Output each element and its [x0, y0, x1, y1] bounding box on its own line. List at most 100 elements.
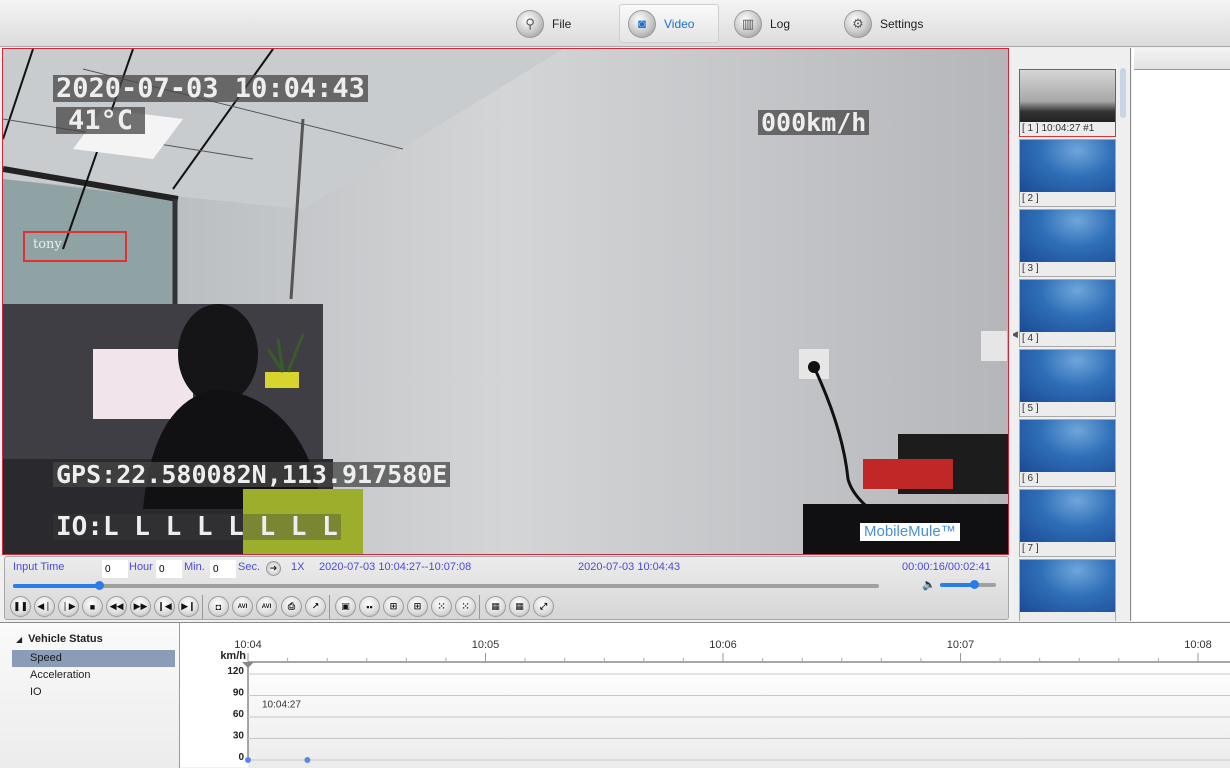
volume-handle[interactable] [969, 580, 979, 589]
min-label: Min. [184, 561, 205, 573]
hour-input[interactable] [102, 560, 128, 578]
sec-input[interactable] [210, 560, 236, 578]
current-time: 2020-07-03 10:04:43 [578, 561, 681, 573]
thumbnail-label: [ 1 ] 10:04:27 #1 [1022, 123, 1095, 134]
tree-item-io[interactable]: IO [12, 684, 175, 701]
thumbnail-image [1020, 210, 1115, 262]
fast-forward-icon: ▶▶ [133, 601, 148, 611]
y-tick-label: 60 [233, 709, 245, 720]
progress-track[interactable] [13, 581, 879, 590]
tree-item-acceleration[interactable]: Acceleration [12, 667, 175, 684]
x-tick-label: 10:06 [709, 639, 737, 651]
sec-label: Sec. [238, 561, 261, 573]
channel-thumbnail[interactable] [1019, 559, 1116, 621]
osd-temperature: 41°C [56, 107, 146, 134]
pause-button[interactable]: ❚❚ [10, 596, 31, 617]
progress-handle[interactable] [94, 581, 104, 590]
print-icon: ⎙ [287, 601, 296, 611]
time-range: 2020-07-03 10:04:27--10:07:08 [319, 561, 472, 573]
video-player[interactable]: 2020-07-03 10:04:43 41°C 000km/h GPS:22.… [2, 48, 1009, 555]
tree-item-label: IO [30, 686, 42, 698]
record-avi-button[interactable]: AVI [232, 596, 253, 617]
layout-9-button[interactable]: ⁙ [431, 596, 452, 617]
speed-chart[interactable]: 10:04 10:05 10:06 10:07 10:08km/h12090603001… [181, 623, 1230, 768]
thumbnail-label: [ 5 ] [1022, 403, 1039, 414]
channel-thumbnail[interactable]: [ 6 ] [1019, 419, 1116, 487]
chart-plot-area [248, 662, 1230, 768]
rewind-button[interactable]: ◀◀ [106, 596, 127, 617]
step-forward-icon: ❘▶ [61, 601, 76, 611]
thumbnail-image [1020, 420, 1115, 472]
progress-fill [13, 584, 99, 588]
osd-speed: 000km/h [758, 110, 870, 135]
stop-button[interactable]: ■ [82, 596, 103, 617]
fast-forward-button[interactable]: ▶▶ [130, 596, 151, 617]
chart-button[interactable]: ↗ [305, 596, 326, 617]
osd-io-status: IO:L L L L L L L L [53, 514, 341, 540]
elapsed-time: 00:00:16/00:02:41 [902, 561, 991, 573]
next-button[interactable]: ▶❙ [178, 596, 199, 617]
playback-speed: 1X [291, 561, 305, 573]
step-forward-button[interactable]: ❘▶ [58, 596, 79, 617]
thumbnail-label: [ 4 ] [1022, 333, 1039, 344]
thumbnail-scrollbar[interactable] [1120, 68, 1126, 118]
tree-root[interactable]: ◢ Vehicle Status [16, 633, 103, 645]
nav-log[interactable]: ▥ Log [726, 4, 798, 43]
volume-slider[interactable] [940, 580, 996, 589]
log-chart-icon: ▥ [734, 9, 762, 38]
layout-2-icon: ▪▪ [366, 601, 373, 612]
next-icon: ▶❙ [181, 601, 196, 611]
nav-settings-label: Settings [880, 16, 924, 31]
y-tick-label: 30 [233, 731, 245, 742]
volume-fill [940, 583, 974, 587]
layout-1-icon: ▣ [341, 601, 350, 611]
tree-item-speed[interactable]: Speed [12, 650, 175, 667]
channel-thumbnail[interactable]: [ 4 ] [1019, 279, 1116, 347]
y-tick-label: 0 [238, 752, 244, 763]
layout-2-button[interactable]: ▪▪ [359, 596, 380, 617]
volume-icon[interactable]: 🔈 [922, 578, 936, 591]
thumbnail-label: [ 3 ] [1022, 263, 1039, 274]
step-back-button[interactable]: ◀❘ [34, 596, 55, 617]
channel-thumbnail[interactable]: [ 2 ] [1019, 139, 1116, 207]
min-input[interactable] [156, 560, 182, 578]
layout-1-button[interactable]: ▣ [335, 596, 356, 617]
layout-16-button[interactable]: ▦ [485, 596, 506, 617]
layout-16-icon: ▦ [491, 601, 500, 611]
previous-button[interactable]: ❙◀ [154, 596, 175, 617]
watermark: MobileMule™ [860, 523, 960, 541]
channel-thumbnail[interactable]: [ 1 ] 10:04:27 #1 [1019, 69, 1116, 137]
nav-video[interactable]: ◙ Video [619, 4, 719, 43]
thumbnail-image [1020, 490, 1115, 542]
nav-log-label: Log [770, 16, 791, 31]
layout-12-button[interactable]: ⁙ [455, 596, 476, 617]
osd-datetime: 2020-07-03 10:04:43 [53, 75, 368, 102]
fullscreen-button[interactable]: ⤢ [533, 596, 554, 617]
channel-thumbnail[interactable]: [ 5 ] [1019, 349, 1116, 417]
snapshot-button[interactable]: ◘ [208, 596, 229, 617]
snapshot-icon: ◘ [215, 601, 222, 612]
layout-4-icon: ⊞ [389, 601, 398, 611]
channel-thumbnails: ◀ [ 1 ] 10:04:27 #1 [ 2 ] [ 3 ] [ 4 ] [ 5 ] [… [1013, 48, 1131, 621]
print-button[interactable]: ⎙ [281, 596, 302, 617]
collapse-arrow-icon[interactable]: ◀ [1013, 329, 1018, 340]
layout-25-button[interactable]: ▦ [509, 596, 530, 617]
nav-file[interactable]: ⚲ File [508, 4, 579, 43]
tree-root-label: Vehicle Status [28, 633, 103, 645]
record-all-avi-button[interactable]: AVI [256, 596, 277, 617]
channel-thumbnail[interactable]: [ 7 ] [1019, 489, 1116, 557]
rewind-icon: ◀◀ [109, 601, 124, 611]
expand-triangle-icon: ◢ [16, 635, 23, 644]
x-tick-label: 10:05 [472, 639, 500, 651]
pause-icon: ❚❚ [12, 601, 29, 611]
nav-settings[interactable]: ⚙ Settings [836, 4, 931, 43]
thumbnail-label: [ 7 ] [1022, 543, 1039, 554]
speed-data-point [245, 757, 251, 763]
camera-sync-icon: ◙ [628, 9, 656, 38]
osd-gps: GPS:22.580082N,113.917580E [53, 462, 451, 487]
channel-thumbnail[interactable]: [ 3 ] [1019, 209, 1116, 277]
layout-4-button[interactable]: ⊞ [383, 596, 404, 617]
layout-6-button[interactable]: ⊞ [407, 596, 428, 617]
go-to-time-button[interactable]: ➜ [266, 561, 281, 576]
playback-controls: Input Time Hour Min. Sec. ➜ 1X 2020-07-0… [4, 556, 1009, 620]
